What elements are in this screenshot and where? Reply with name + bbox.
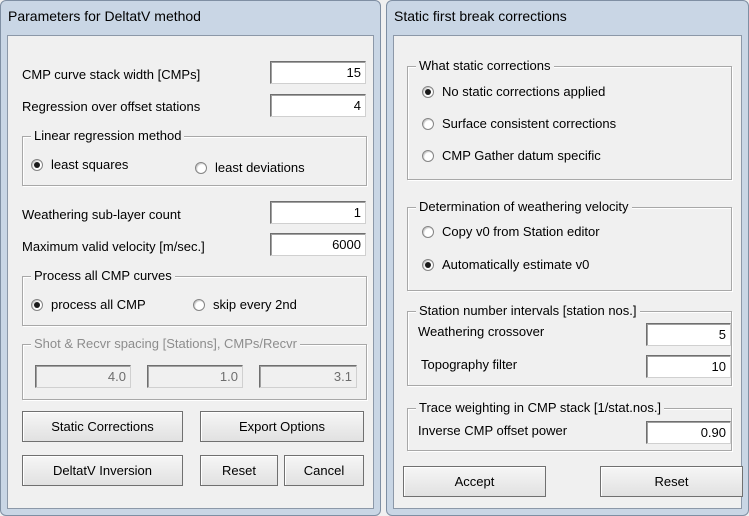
dialog-title: Parameters for DeltatV method <box>8 8 201 24</box>
radio-checked-icon <box>31 158 43 171</box>
deltatv-inversion-button[interactable]: DeltatV Inversion <box>22 455 183 486</box>
linear-regression-group: Linear regression method least squares l… <box>22 128 367 186</box>
process-all-cmp-radio[interactable]: process all CMP <box>31 297 146 312</box>
offset-power-input[interactable]: 0.90 <box>646 421 731 444</box>
process-cmp-group: Process all CMP curves process all CMP s… <box>22 268 367 326</box>
skip-every-2nd-radio[interactable]: skip every 2nd <box>193 297 297 312</box>
trace-weighting-group: Trace weighting in CMP stack [1/stat.nos… <box>407 400 732 451</box>
radio-unchecked-icon <box>195 161 207 174</box>
radio-checked-icon <box>422 258 434 271</box>
static-corrections-group: What static corrections No static correc… <box>407 58 732 180</box>
accept-button[interactable]: Accept <box>403 466 546 497</box>
topography-filter-label: Topography filter <box>421 357 518 372</box>
spacing-group: Shot & Recvr spacing [Stations], CMPs/Re… <box>22 336 367 400</box>
weathering-velocity-group: Determination of weathering velocity Cop… <box>407 199 732 291</box>
process-all-cmp-label: process all CMP <box>51 297 146 312</box>
static-corrections-group-title: What static corrections <box>416 58 554 73</box>
radio-unchecked-icon <box>422 149 434 162</box>
radio-unchecked-icon <box>422 225 434 238</box>
surface-consistent-label: Surface consistent corrections <box>442 116 617 131</box>
static-corrections-button[interactable]: Static Corrections <box>22 411 183 442</box>
least-squares-radio[interactable]: least squares <box>31 157 128 172</box>
reset-button[interactable]: Reset <box>200 455 278 486</box>
export-options-button[interactable]: Export Options <box>200 411 364 442</box>
offset-power-label: Inverse CMP offset power <box>418 423 568 438</box>
cmp-stack-width-input[interactable]: 15 <box>270 61 366 84</box>
auto-estimate-v0-radio[interactable]: Automatically estimate v0 <box>422 257 589 272</box>
radio-unchecked-icon <box>422 117 434 130</box>
cmps-per-recvr-input: 3.1 <box>259 365 357 388</box>
least-deviations-label: least deviations <box>215 160 305 175</box>
radio-checked-icon <box>422 85 434 98</box>
station-intervals-group: Station number intervals [station nos.] … <box>407 303 732 386</box>
skip-every-2nd-label: skip every 2nd <box>213 297 297 312</box>
radio-unchecked-icon <box>193 298 205 311</box>
max-velocity-input[interactable]: 6000 <box>270 233 366 256</box>
spacing-group-title: Shot & Recvr spacing [Stations], CMPs/Re… <box>31 336 300 351</box>
dialog-title: Static first break corrections <box>394 8 567 24</box>
dialog-client-area: CMP curve stack width [CMPs] 15 Regressi… <box>7 35 374 509</box>
linear-regression-group-title: Linear regression method <box>31 128 185 143</box>
topography-filter-input[interactable]: 10 <box>646 355 731 378</box>
least-deviations-radio[interactable]: least deviations <box>195 160 305 175</box>
no-static-corrections-radio[interactable]: No static corrections applied <box>422 84 605 99</box>
weathering-count-label: Weathering sub-layer count <box>22 207 181 222</box>
copy-v0-radio[interactable]: Copy v0 from Station editor <box>422 224 600 239</box>
max-velocity-label: Maximum valid velocity [m/sec.] <box>22 239 205 254</box>
least-squares-label: least squares <box>51 157 129 172</box>
surface-consistent-radio[interactable]: Surface consistent corrections <box>422 116 616 131</box>
station-intervals-group-title: Station number intervals [station nos.] <box>416 303 640 318</box>
regression-offset-label: Regression over offset stations <box>22 99 201 114</box>
shot-spacing-input: 4.0 <box>35 365 131 388</box>
trace-weighting-group-title: Trace weighting in CMP stack [1/stat.nos… <box>416 400 665 415</box>
no-static-corrections-label: No static corrections applied <box>442 84 606 99</box>
cancel-button[interactable]: Cancel <box>284 455 364 486</box>
recvr-spacing-input: 1.0 <box>147 365 243 388</box>
weathering-count-input[interactable]: 1 <box>270 201 366 224</box>
weathering-crossover-input[interactable]: 5 <box>646 323 731 346</box>
cmp-gather-datum-label: CMP Gather datum specific <box>442 148 601 163</box>
deltatv-parameters-dialog: Parameters for DeltatV method CMP curve … <box>0 0 381 516</box>
cmp-gather-datum-radio[interactable]: CMP Gather datum specific <box>422 148 601 163</box>
weathering-crossover-label: Weathering crossover <box>418 324 545 339</box>
cmp-stack-width-label: CMP curve stack width [CMPs] <box>22 67 201 82</box>
auto-estimate-v0-label: Automatically estimate v0 <box>442 257 590 272</box>
radio-checked-icon <box>31 298 43 311</box>
dialog-client-area: What static corrections No static correc… <box>393 35 743 509</box>
weathering-velocity-group-title: Determination of weathering velocity <box>416 199 632 214</box>
reset-button[interactable]: Reset <box>600 466 743 497</box>
process-cmp-group-title: Process all CMP curves <box>31 268 175 283</box>
copy-v0-label: Copy v0 from Station editor <box>442 224 600 239</box>
static-corrections-dialog: Static first break corrections What stat… <box>386 0 749 516</box>
regression-offset-input[interactable]: 4 <box>270 94 366 117</box>
